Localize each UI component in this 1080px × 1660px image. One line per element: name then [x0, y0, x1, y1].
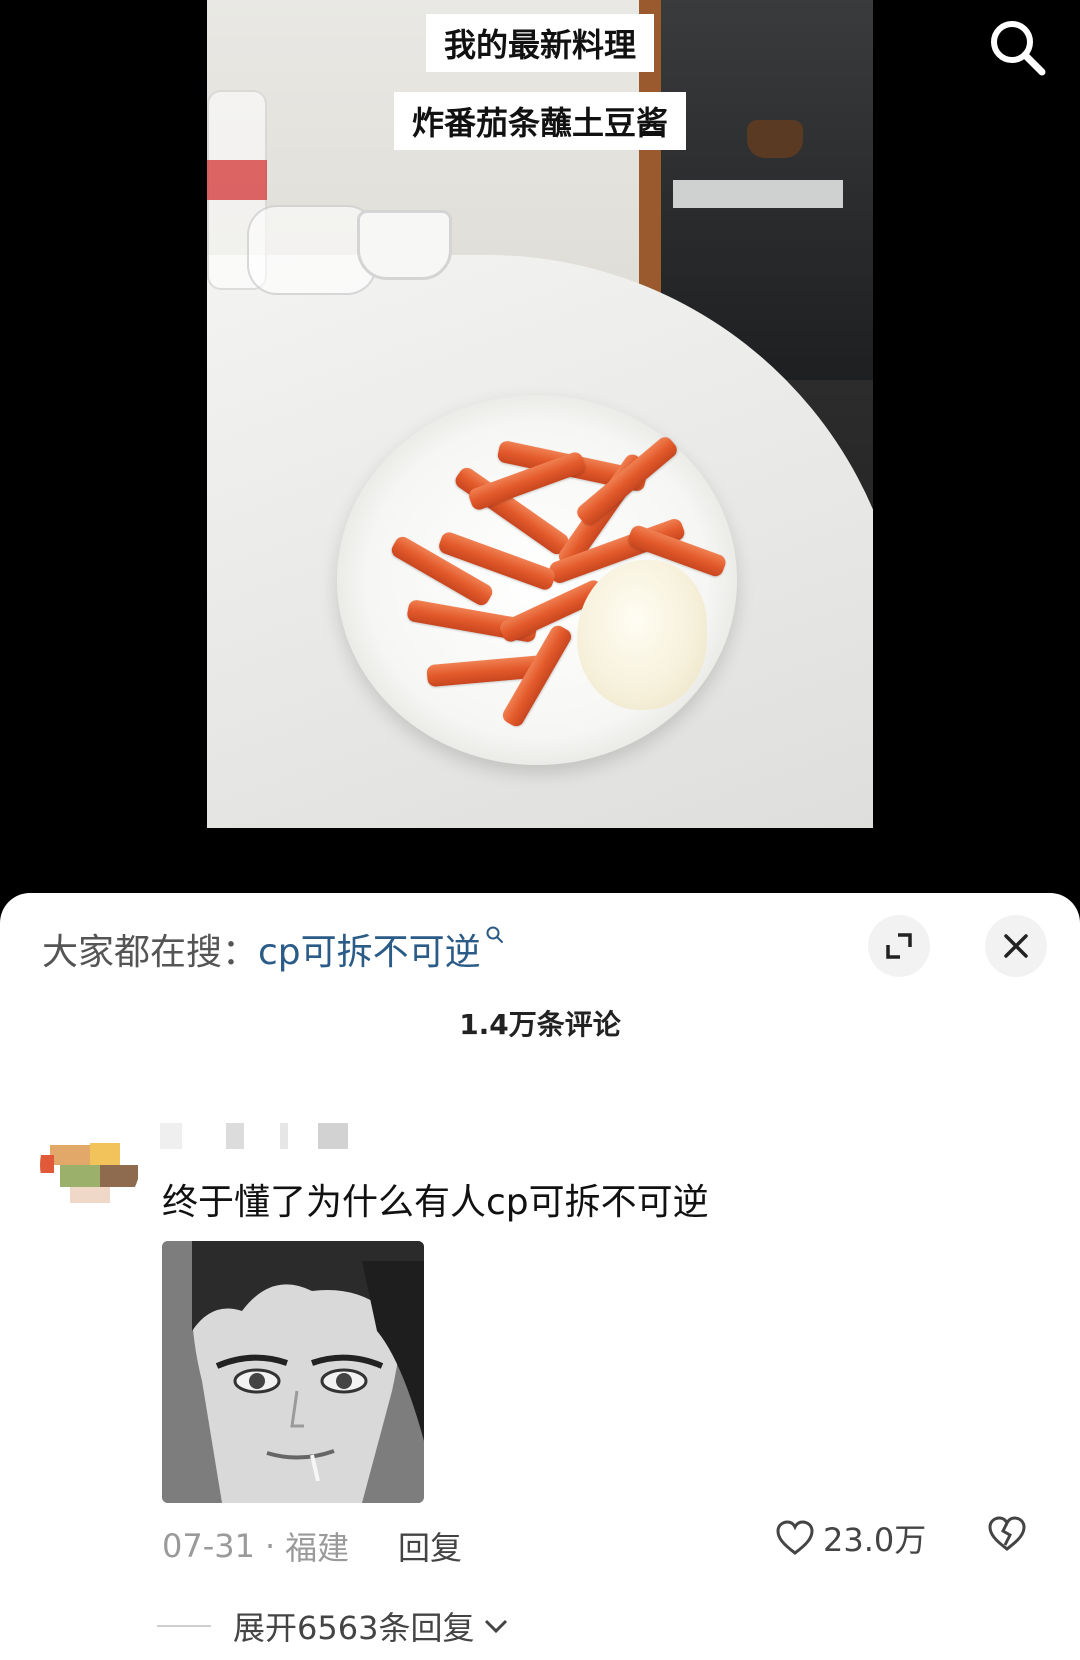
chevron-down-icon — [485, 1619, 508, 1634]
anime-face-image — [162, 1241, 424, 1503]
like-count: 23.0万 — [823, 1521, 927, 1559]
search-icon — [991, 21, 1046, 76]
expand-button[interactable] — [868, 915, 930, 977]
heart-icon — [776, 1520, 814, 1555]
trending-search-label: 大家都在搜： — [42, 932, 259, 973]
comment-date: 07-31 — [162, 1527, 255, 1565]
expand-replies-label: 展开6563条回复 — [233, 1609, 475, 1647]
username-blurred[interactable] — [160, 1123, 380, 1153]
comment-meta: 07-31 · 福建 — [162, 1523, 349, 1569]
caption-line-2: 炸番茄条蘸土豆酱 — [393, 92, 687, 150]
like-button[interactable]: 23.0万 — [775, 1515, 926, 1561]
divider-line — [157, 1625, 211, 1627]
cooking-pot — [747, 120, 803, 158]
small-pot — [357, 210, 452, 280]
search-button[interactable] — [984, 14, 1054, 84]
stove-counter — [673, 180, 843, 208]
expand-replies-button[interactable]: 展开6563条回复 — [157, 1603, 510, 1649]
meta-separator: · — [264, 1527, 276, 1565]
avatar[interactable] — [40, 1115, 140, 1215]
bottle-label — [207, 160, 267, 200]
expand-icon — [886, 933, 912, 959]
close-button[interactable] — [985, 915, 1047, 977]
trending-search[interactable]: 大家都在搜： cp可拆不可逆 — [42, 923, 505, 973]
comment-text: 终于懂了为什么有人cp可拆不可逆 — [162, 1182, 709, 1223]
mashed-potato — [577, 560, 707, 710]
video-area[interactable]: 我的最新料理 炸番茄条蘸土豆酱 — [0, 0, 1080, 895]
comment-location: 福建 — [285, 1529, 350, 1567]
reply-button[interactable]: 回复 — [398, 1523, 462, 1569]
trending-search-term[interactable]: cp可拆不可逆 — [258, 923, 481, 975]
caption-line-1: 我的最新料理 — [425, 14, 655, 72]
search-small-icon — [486, 926, 503, 943]
comment-image[interactable] — [162, 1241, 424, 1503]
dislike-button[interactable] — [987, 1515, 1027, 1557]
comment-count: 1.4万条评论 — [459, 1008, 621, 1041]
comments-sheet: 大家都在搜： cp可拆不可逆 1.4万条评论 终于懂了为什么有人cp可拆不可逆 … — [0, 893, 1080, 1660]
broken-heart-icon — [988, 1516, 1026, 1551]
close-icon — [1004, 934, 1028, 958]
